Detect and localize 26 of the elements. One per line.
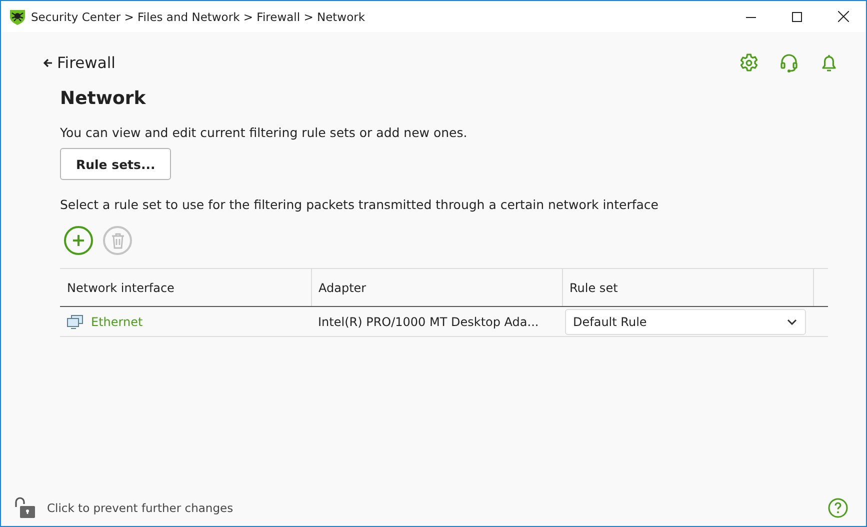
column-header: Rule set [562, 268, 813, 306]
column-header: Adapter [311, 268, 562, 306]
monitors-icon [67, 314, 83, 328]
chevron-down-icon [787, 318, 797, 324]
table-cell: Intel(R) PRO/1000 MT Desktop Ada... [311, 306, 562, 336]
window-title: Security Center > Files and Network > Firewall > Network [31, 10, 366, 24]
back-arrow-icon [43, 58, 53, 68]
trash-icon [110, 232, 124, 248]
plus-icon [72, 234, 85, 247]
spider-logo-icon [9, 8, 26, 25]
bell-icon[interactable] [819, 53, 839, 73]
column-header: Network interface [60, 268, 311, 306]
rule-sets-button[interactable]: Rule sets... [60, 148, 172, 180]
close-icon [838, 11, 848, 22]
unlocked-padlock-icon[interactable] [13, 496, 37, 520]
back-link[interactable]: Firewall [43, 54, 116, 72]
headset-icon[interactable] [779, 53, 799, 73]
settings-icon[interactable] [739, 53, 759, 73]
help-icon[interactable] [828, 498, 848, 518]
add-button[interactable] [64, 226, 93, 255]
maximize-icon [792, 12, 802, 22]
lock-hint-text[interactable]: Click to prevent further changes [47, 501, 234, 515]
description-text: You can view and edit current filtering rule sets or add new ones. [60, 125, 468, 140]
page-heading: Network [60, 88, 147, 109]
instruction-text: Select a rule set to use for the filtering packets transmitted through a certain network interface [60, 197, 660, 212]
rule-set-dropdown[interactable]: Default Rule [565, 308, 806, 334]
